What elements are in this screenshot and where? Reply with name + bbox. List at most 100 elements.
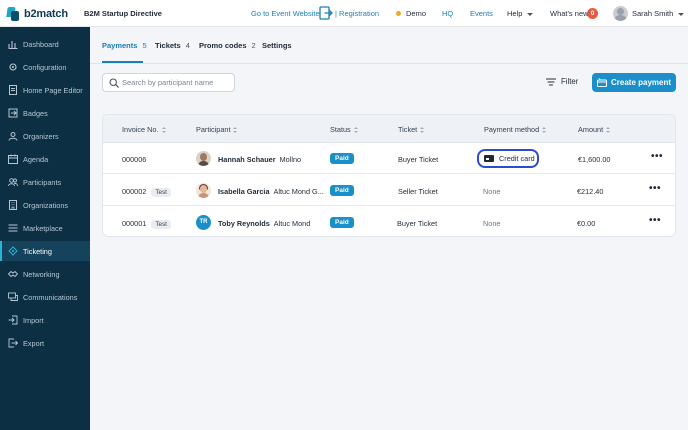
search-box[interactable]	[102, 73, 235, 92]
sidebar-item-agenda[interactable]: Agenda	[0, 149, 90, 169]
status-badge: Paid	[330, 153, 354, 164]
sort-icon	[420, 127, 425, 133]
sidebar-item-organizers[interactable]: Organizers	[0, 126, 90, 146]
tab-label: Tickets	[155, 41, 181, 50]
chevron-down-icon	[527, 12, 534, 16]
payment-method: None	[483, 219, 501, 228]
tab-payments[interactable]: Payments 5	[102, 41, 147, 50]
participant-cell[interactable]: Hannah Schauer Mollno	[218, 155, 301, 164]
help-menu[interactable]: Help	[507, 9, 534, 18]
tab-promo-codes[interactable]: Promo codes 2	[199, 41, 256, 50]
sidebar-item-label: Communications	[23, 292, 78, 302]
ticket-name: Seller Ticket	[398, 187, 438, 196]
registration-link[interactable]: | Registration	[335, 9, 379, 18]
user-avatar[interactable]	[613, 6, 628, 21]
column-label: Payment method	[484, 125, 540, 134]
column-label: Invoice No.	[122, 125, 159, 134]
participant-cell[interactable]: Toby Reynolds Altuc Mond	[218, 219, 310, 228]
column-header-invoice[interactable]: Invoice No.	[122, 125, 166, 134]
participant-avatar: TR	[196, 215, 211, 230]
whats-new-link[interactable]: What's new	[550, 9, 589, 18]
sidebar-item-configuration[interactable]: Configuration	[0, 57, 90, 77]
sort-icon	[233, 127, 238, 133]
more-options-icon[interactable]: •••	[651, 151, 663, 162]
sidebar-item-organizations[interactable]: Organizations	[0, 195, 90, 215]
sidebar-item-networking[interactable]: Networking	[0, 264, 90, 284]
column-header-status[interactable]: Status	[330, 125, 358, 134]
sort-icon	[542, 127, 547, 133]
logo-mark-icon	[6, 7, 20, 21]
column-label: Amount	[578, 125, 604, 134]
column-header-amount[interactable]: Amount	[578, 125, 611, 134]
hq-link[interactable]: HQ	[442, 9, 453, 18]
table-row[interactable]: 000001 Test TR Toby Reynolds Altuc Mond Pa…	[103, 207, 675, 238]
table-row[interactable]: 000006 Hannah Schauer Mollno Paid Buyer T…	[103, 143, 675, 174]
sidebar-item-ticketing[interactable]: Ticketing	[0, 241, 90, 261]
column-header-participant[interactable]: Participant	[196, 125, 238, 134]
more-options-icon[interactable]: •••	[649, 215, 661, 226]
participant-cell[interactable]: Isabella Garcia Altuc Mond G...	[218, 187, 324, 196]
sidebar-item-dashboard[interactable]: Dashboard	[0, 34, 90, 54]
payment-method: None	[483, 187, 501, 196]
organizers-icon	[8, 131, 18, 141]
column-header-payment-method[interactable]: Payment method	[484, 125, 547, 134]
tab-settings[interactable]: Settings	[262, 41, 292, 50]
search-input[interactable]	[122, 76, 232, 89]
sidebar-item-label: Configuration	[23, 62, 67, 72]
chat-icon	[8, 292, 18, 302]
sidebar-item-label: Marketplace	[23, 223, 63, 233]
participant-name: Toby Reynolds	[218, 219, 270, 228]
sidebar-item-label: Ticketing	[23, 246, 52, 256]
status-dot-icon	[396, 11, 401, 16]
b2match-logo[interactable]: b2match	[6, 6, 68, 22]
sidebar-item-label: Import	[23, 315, 44, 325]
building-icon	[8, 200, 18, 210]
demo-status[interactable]: Demo	[396, 9, 426, 18]
sort-icon	[161, 127, 166, 133]
sidebar-item-badges[interactable]: Badges	[0, 103, 90, 123]
sidebar-item-label: Networking	[23, 269, 60, 279]
more-options-icon[interactable]: •••	[649, 183, 661, 194]
sidebar-item-label: Participants	[23, 177, 62, 187]
external-link-icon[interactable]	[319, 6, 333, 20]
test-badge: Test	[151, 188, 171, 197]
sidebar-item-home-page-editor[interactable]: Home Page Editor	[0, 80, 90, 100]
sidebar-item-label: Organizations	[23, 200, 69, 210]
tab-label: Settings	[262, 41, 292, 50]
credit-card-icon	[484, 155, 494, 162]
user-menu[interactable]: Sarah Smith	[632, 9, 685, 18]
ticket-name: Buyer Ticket	[397, 219, 438, 228]
sidebar-item-import[interactable]: Import	[0, 310, 90, 330]
tab-count: 4	[185, 41, 190, 50]
tab-label: Payments	[102, 41, 138, 50]
participant-name: Isabella Garcia	[218, 187, 270, 196]
import-icon	[8, 315, 18, 325]
filter-button[interactable]: Filter	[546, 77, 578, 86]
column-label: Participant	[196, 125, 231, 134]
badge-icon	[8, 108, 18, 118]
sidebar-item-label: Badges	[23, 108, 48, 118]
invoice-number: 000001 Test	[122, 219, 171, 229]
create-payment-button[interactable]: Create payment	[592, 73, 676, 92]
tab-bar: Payments 5 Tickets 4 Promo codes 2 Settings	[90, 27, 688, 64]
sidebar-item-label: Export	[23, 338, 45, 348]
export-icon	[8, 338, 18, 348]
status-badge: Paid	[330, 185, 354, 196]
events-link[interactable]: Events	[470, 9, 493, 18]
sidebar-item-participants[interactable]: Participants	[0, 172, 90, 192]
go-to-event-website-link[interactable]: Go to Event Website	[251, 9, 320, 18]
column-label: Ticket	[398, 125, 418, 134]
payment-method-credit-card[interactable]: Credit card	[477, 149, 539, 168]
sidebar-item-communications[interactable]: Communications	[0, 287, 90, 307]
sidebar-item-label: Agenda	[23, 154, 49, 164]
invoice-number-text: 000001	[122, 219, 147, 228]
chevron-down-icon	[678, 12, 685, 16]
networking-icon	[8, 269, 18, 279]
tab-count: 2	[251, 41, 256, 50]
column-header-ticket[interactable]: Ticket	[398, 125, 425, 134]
tab-tickets[interactable]: Tickets 4	[155, 41, 190, 50]
sidebar-item-export[interactable]: Export	[0, 333, 90, 353]
column-label: Status	[330, 125, 351, 134]
table-row[interactable]: 000002 Test Isabella Garcia Altuc Mond G..…	[103, 175, 675, 206]
sidebar-item-marketplace[interactable]: Marketplace	[0, 218, 90, 238]
